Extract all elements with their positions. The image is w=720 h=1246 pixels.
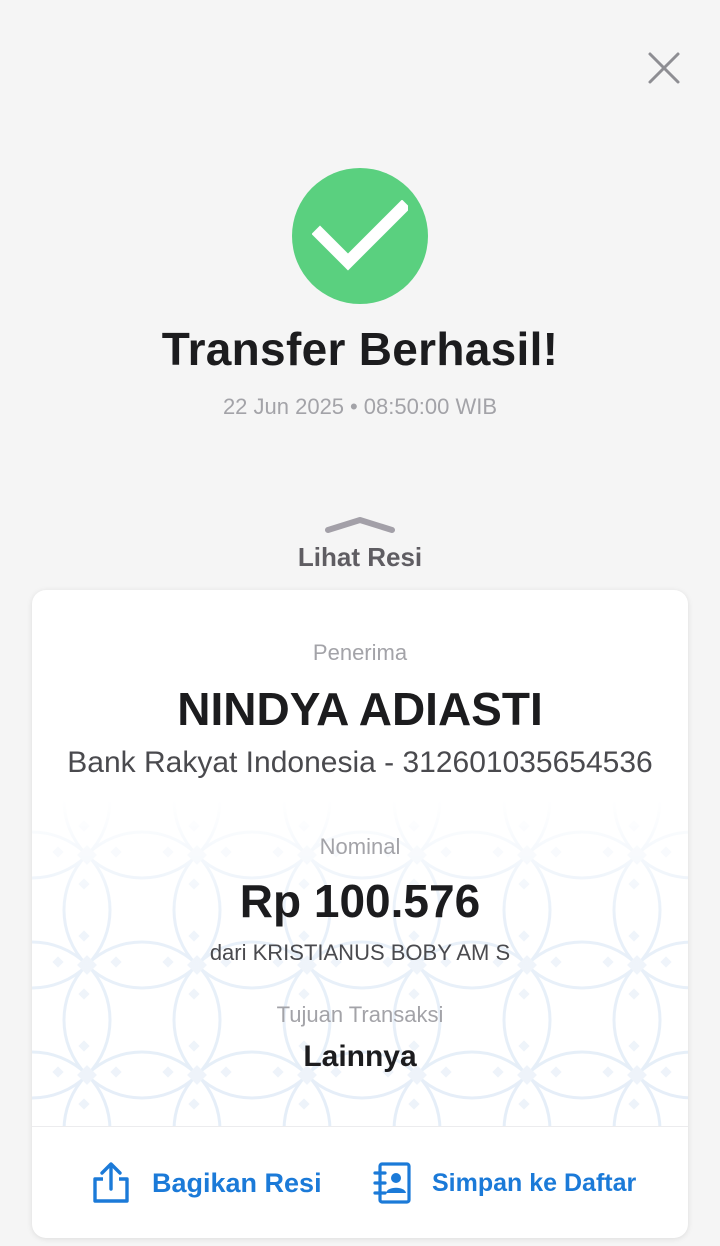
recipient-bank-account: Bank Rakyat Indonesia - 312601035654536 bbox=[67, 746, 653, 779]
recipient-name: NINDYA ADIASTI bbox=[177, 683, 543, 735]
view-receipt-toggle[interactable]: Lihat Resi bbox=[260, 514, 460, 578]
view-receipt-label: Lihat Resi bbox=[297, 542, 423, 572]
close-button[interactable] bbox=[640, 44, 688, 92]
save-to-list-button[interactable]: Simpan ke Daftar bbox=[372, 1128, 636, 1238]
nominal-label: Nominal bbox=[319, 834, 401, 859]
page-title: Transfer Berhasil! bbox=[161, 323, 559, 375]
receipt-card: Penerima NINDYA ADIASTI Bank Rakyat Indo… bbox=[32, 590, 688, 1238]
share-receipt-label: Bagikan Resi bbox=[152, 1167, 322, 1198]
save-to-list-label: Simpan ke Daftar bbox=[432, 1168, 637, 1197]
transaction-date: 22 Jun 2025 bbox=[222, 394, 345, 419]
share-receipt-button[interactable]: Bagikan Resi bbox=[90, 1128, 322, 1238]
datetime-separator: • bbox=[350, 394, 358, 419]
transaction-datetime: 22 Jun 2025 • 08:50:00 WIB bbox=[0, 394, 720, 420]
success-badge bbox=[292, 168, 428, 304]
transaction-time: 08:50:00 WIB bbox=[363, 394, 498, 419]
contact-book-icon bbox=[373, 1162, 411, 1204]
share-icon bbox=[93, 1162, 129, 1203]
sender-name: dari KRISTIANUS BOBY AM S bbox=[209, 940, 511, 965]
transfer-amount: Rp 100.576 bbox=[239, 875, 481, 927]
close-icon bbox=[648, 52, 680, 84]
recipient-label: Penerima bbox=[312, 640, 408, 665]
chevron-up-icon bbox=[325, 517, 395, 533]
purpose-label: Tujuan Transaksi bbox=[276, 1002, 444, 1027]
card-divider bbox=[32, 1126, 688, 1127]
transfer-success-screen: Transfer Berhasil! 22 Jun 2025 • 08:50:00 … bbox=[0, 0, 720, 1246]
checkmark-icon bbox=[312, 200, 408, 271]
purpose-value: Lainnya bbox=[303, 1040, 417, 1073]
